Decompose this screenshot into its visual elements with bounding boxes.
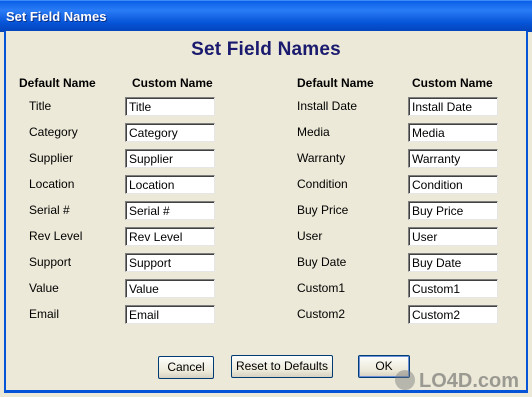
custom-name-input[interactable]: Buy Date <box>408 253 498 272</box>
default-name-label: Email <box>29 307 60 321</box>
reset-to-defaults-button[interactable]: Reset to Defaults <box>231 355 333 378</box>
default-name-label: Rev Level <box>29 229 83 243</box>
default-name-label: Supplier <box>29 151 74 165</box>
custom-name-input[interactable]: Warranty <box>408 149 498 168</box>
window-title: Set Field Names <box>6 9 107 24</box>
custom-name-input[interactable]: Support <box>125 253 215 272</box>
right-custom-name-header: Custom Name <box>412 76 493 90</box>
default-name-label: Location <box>29 177 75 191</box>
title-bar[interactable]: Set Field Names <box>0 0 532 32</box>
custom-name-input[interactable]: Title <box>125 97 215 116</box>
custom-name-input[interactable]: Email <box>125 305 215 324</box>
custom-name-input[interactable]: Buy Price <box>408 201 498 220</box>
custom-name-input[interactable]: Location <box>125 175 215 194</box>
custom-name-input[interactable]: Custom2 <box>408 305 498 324</box>
default-name-label: Install Date <box>297 99 358 113</box>
default-name-label: Custom1 <box>297 281 346 295</box>
default-name-label: Category <box>29 125 78 139</box>
cancel-button[interactable]: Cancel <box>158 356 214 379</box>
default-name-label: Title <box>29 99 52 113</box>
watermark-logo: LO4D.com <box>395 370 525 394</box>
custom-name-input[interactable]: Serial # <box>125 201 215 220</box>
default-name-label: Custom2 <box>297 307 346 321</box>
custom-name-input[interactable]: Value <box>125 279 215 298</box>
custom-name-input[interactable]: Rev Level <box>125 227 215 246</box>
right-default-name-header: Default Name <box>297 76 374 90</box>
left-default-name-header: Default Name <box>19 76 96 90</box>
watermark-text: LO4D.com <box>419 370 520 392</box>
dialog-heading: Set Field Names <box>191 39 341 60</box>
watermark-badge-icon <box>395 370 415 390</box>
default-name-label: Condition <box>297 177 348 191</box>
custom-name-input[interactable]: Custom1 <box>408 279 498 298</box>
default-name-label: Support <box>29 255 72 269</box>
default-name-label: Media <box>297 125 330 139</box>
custom-name-input[interactable]: Category <box>125 123 215 142</box>
default-name-label: Serial # <box>29 203 70 217</box>
default-name-label: Value <box>29 281 59 295</box>
left-custom-name-header: Custom Name <box>132 76 213 90</box>
default-name-label: Buy Price <box>297 203 349 217</box>
set-field-names-dialog: Set Field Names Set Field Names Default … <box>0 0 532 397</box>
custom-name-input[interactable]: Media <box>408 123 498 142</box>
custom-name-input[interactable]: Install Date <box>408 97 498 116</box>
custom-name-input[interactable]: Supplier <box>125 149 215 168</box>
default-name-label: User <box>297 229 323 243</box>
custom-name-input[interactable]: Condition <box>408 175 498 194</box>
default-name-label: Warranty <box>297 151 346 165</box>
default-name-label: Buy Date <box>297 255 347 269</box>
custom-name-input[interactable]: User <box>408 227 498 246</box>
